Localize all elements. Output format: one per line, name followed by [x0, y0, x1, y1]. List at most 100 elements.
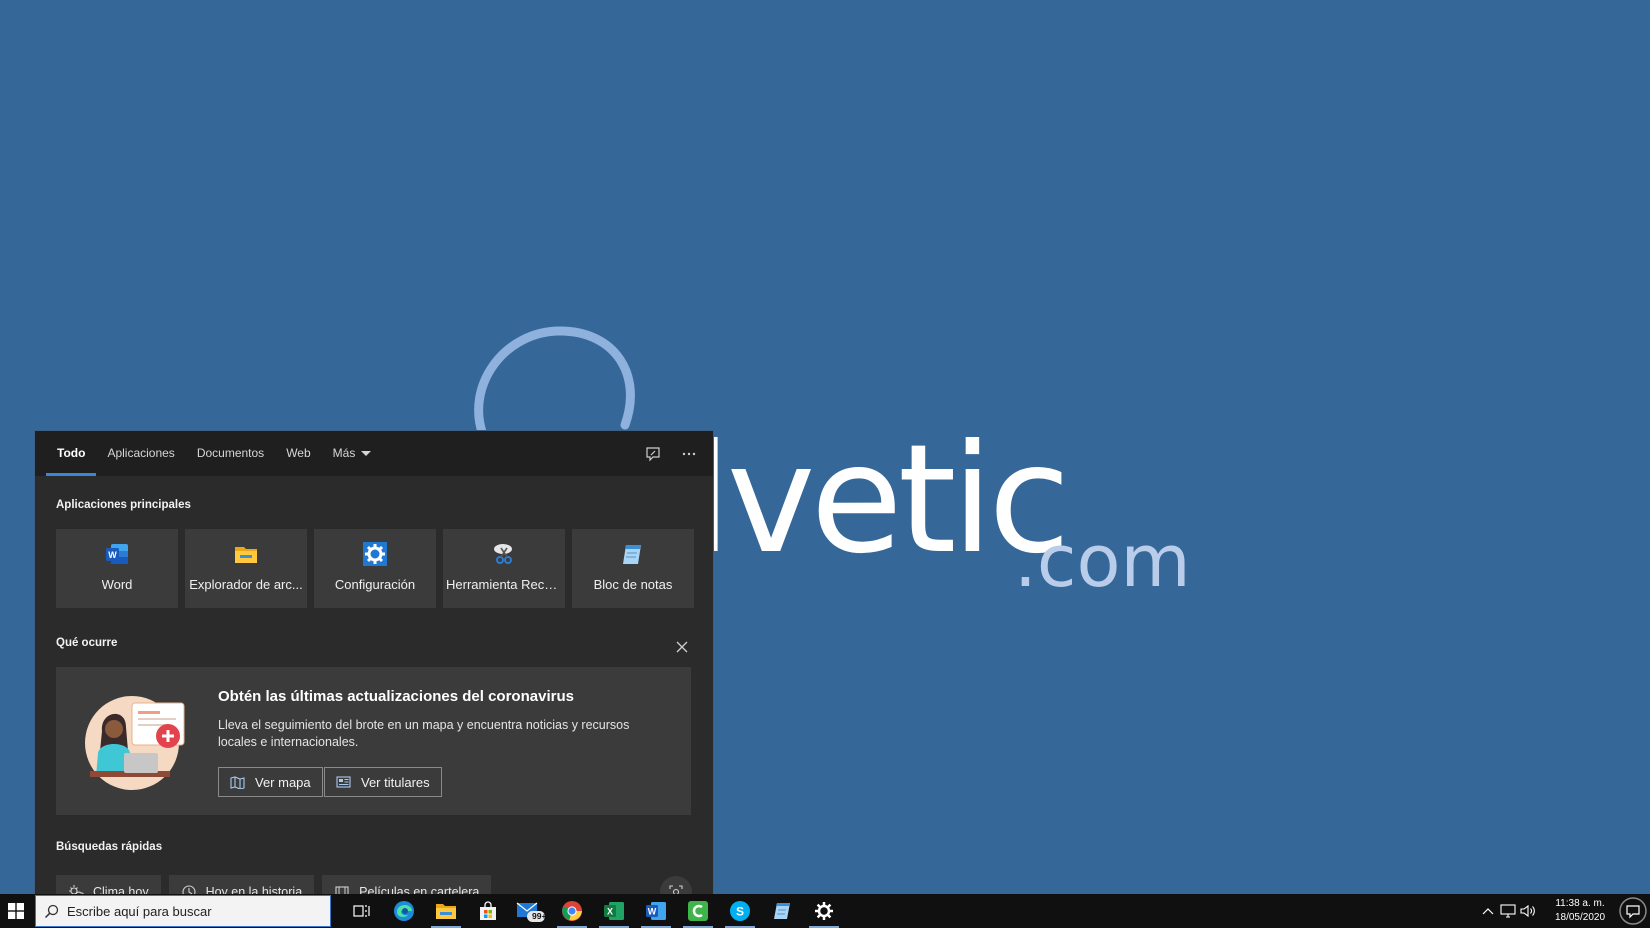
store-bag-icon	[480, 901, 496, 920]
camtasia-icon	[688, 901, 708, 921]
system-tray: 11:38 a. m. 18/05/2020	[1478, 894, 1650, 928]
app-tile-label: Word	[101, 577, 133, 592]
taskbar-store[interactable]	[467, 894, 509, 928]
search-flyout: Todo Aplicaciones Documentos Web Más Apl…	[35, 431, 713, 894]
top-apps-heading: Aplicaciones principales	[56, 499, 191, 511]
tab-documentos[interactable]: Documentos	[186, 431, 275, 476]
view-map-button[interactable]: Ver mapa	[218, 767, 323, 797]
weather-icon	[69, 885, 84, 894]
taskbar: 99+ X W	[0, 894, 1650, 928]
ellipsis-icon	[682, 452, 696, 455]
close-icon	[676, 641, 688, 653]
quick-search-label: Películas en cartelera	[359, 885, 480, 894]
app-tile-snipping-tool[interactable]: Herramienta Reco...	[443, 529, 565, 608]
app-tile-label: Bloc de notas	[593, 577, 673, 592]
app-tile-word[interactable]: W Word	[56, 529, 178, 608]
feedback-icon	[646, 446, 660, 461]
tab-mas-label: Más	[332, 446, 356, 460]
windows-logo-icon	[8, 903, 24, 919]
newspaper-icon	[336, 776, 351, 788]
app-tile-file-explorer[interactable]: Explorador de arc...	[185, 529, 307, 608]
volume-icon	[1520, 904, 1535, 918]
mail-badge: 99+	[532, 911, 547, 921]
taskbar-notepad[interactable]	[761, 894, 803, 928]
panel-tools	[639, 431, 703, 476]
taskbar-apps: 99+ X W S	[341, 894, 845, 928]
action-center-button[interactable]	[1616, 894, 1650, 928]
more-options-button[interactable]	[675, 440, 703, 468]
app-tile-label: Configuración	[334, 577, 416, 592]
taskbar-mail[interactable]: 99+	[509, 894, 551, 928]
quick-search-movies[interactable]: Películas en cartelera	[322, 875, 492, 894]
taskbar-clock[interactable]: 11:38 a. m. 18/05/2020	[1544, 897, 1616, 925]
camera-search-icon	[669, 885, 683, 894]
svg-text:X: X	[607, 907, 613, 917]
notification-icon	[1619, 897, 1647, 925]
view-headlines-button[interactable]: Ver titulares	[324, 767, 442, 797]
skype-icon: S	[730, 901, 750, 921]
wallpaper-domain-text: .com	[1014, 519, 1191, 603]
taskbar-task-view[interactable]	[341, 894, 383, 928]
film-icon	[335, 886, 349, 894]
show-hidden-icons-button[interactable]	[1478, 894, 1498, 928]
taskbar-excel[interactable]: X	[593, 894, 635, 928]
settings-gear-icon	[815, 902, 833, 920]
chevron-up-icon	[1482, 908, 1494, 915]
quick-searches-heading: Búsquedas rápidas	[56, 841, 163, 853]
taskbar-camtasia[interactable]	[677, 894, 719, 928]
clock-time: 11:38 a. m.	[1555, 898, 1605, 909]
quick-search-label: Clima hoy	[93, 885, 149, 894]
svg-text:W: W	[108, 550, 117, 560]
view-headlines-label: Ver titulares	[361, 774, 430, 790]
edge-browser-icon	[394, 901, 414, 921]
word-icon: W	[103, 540, 131, 568]
search-tabs: Todo Aplicaciones Documentos Web Más	[35, 431, 713, 476]
quick-search-history[interactable]: Hoy en la historia	[168, 875, 315, 894]
settings-gear-icon	[361, 540, 389, 568]
task-view-icon	[353, 905, 370, 917]
chrome-icon	[562, 901, 582, 921]
map-icon	[230, 775, 245, 789]
taskbar-skype[interactable]: S	[719, 894, 761, 928]
wallpaper-logo-ring	[474, 326, 635, 440]
quick-search-weather[interactable]: Clima hoy	[56, 875, 161, 894]
quick-searches-list: Clima hoy Hoy en la historia Películas e…	[56, 875, 492, 894]
coronavirus-news-illustration	[85, 696, 185, 790]
taskbar-chrome[interactable]	[551, 894, 593, 928]
tab-web[interactable]: Web	[275, 431, 321, 476]
feedback-button[interactable]	[639, 440, 667, 468]
start-button[interactable]	[0, 894, 32, 928]
taskbar-search-input[interactable]	[67, 903, 317, 919]
word-icon: W	[646, 902, 666, 920]
app-tile-settings[interactable]: Configuración	[314, 529, 436, 608]
chevron-down-icon	[361, 451, 372, 456]
tab-aplicaciones[interactable]: Aplicaciones	[96, 431, 185, 476]
tab-todo[interactable]: Todo	[46, 431, 97, 476]
app-tile-label: Herramienta Reco...	[446, 577, 562, 592]
app-tile-notepad[interactable]: Bloc de notas	[572, 529, 694, 608]
taskbar-edge[interactable]	[383, 894, 425, 928]
notepad-icon	[619, 540, 647, 568]
clock-icon	[182, 885, 196, 894]
news-heading: Qué ocurre	[56, 637, 118, 649]
news-description: Lleva el seguimiento del brote en un map…	[218, 718, 630, 749]
taskbar-settings[interactable]	[803, 894, 845, 928]
network-status-button[interactable]	[1498, 894, 1518, 928]
news-card: Obtén las últimas actualizaciones del co…	[56, 667, 691, 815]
app-tile-label: Explorador de arc...	[189, 577, 303, 592]
svg-text:W: W	[648, 907, 657, 917]
top-apps-list: W Word Explorador de arc... Configuració…	[56, 529, 694, 608]
taskbar-search-box[interactable]	[35, 895, 331, 927]
file-explorer-icon	[232, 540, 260, 568]
taskbar-file-explorer[interactable]	[425, 894, 467, 928]
close-news-button[interactable]	[671, 636, 693, 658]
svg-text:S: S	[736, 905, 744, 919]
clock-date: 18/05/2020	[1554, 912, 1606, 923]
view-map-label: Ver mapa	[255, 774, 311, 790]
notepad-icon	[774, 903, 790, 919]
quick-search-label: Hoy en la historia	[205, 885, 303, 894]
tab-mas[interactable]: Más	[322, 431, 383, 476]
quick-search-image-button[interactable]	[660, 876, 692, 894]
taskbar-word[interactable]: W	[635, 894, 677, 928]
volume-button[interactable]	[1518, 894, 1538, 928]
